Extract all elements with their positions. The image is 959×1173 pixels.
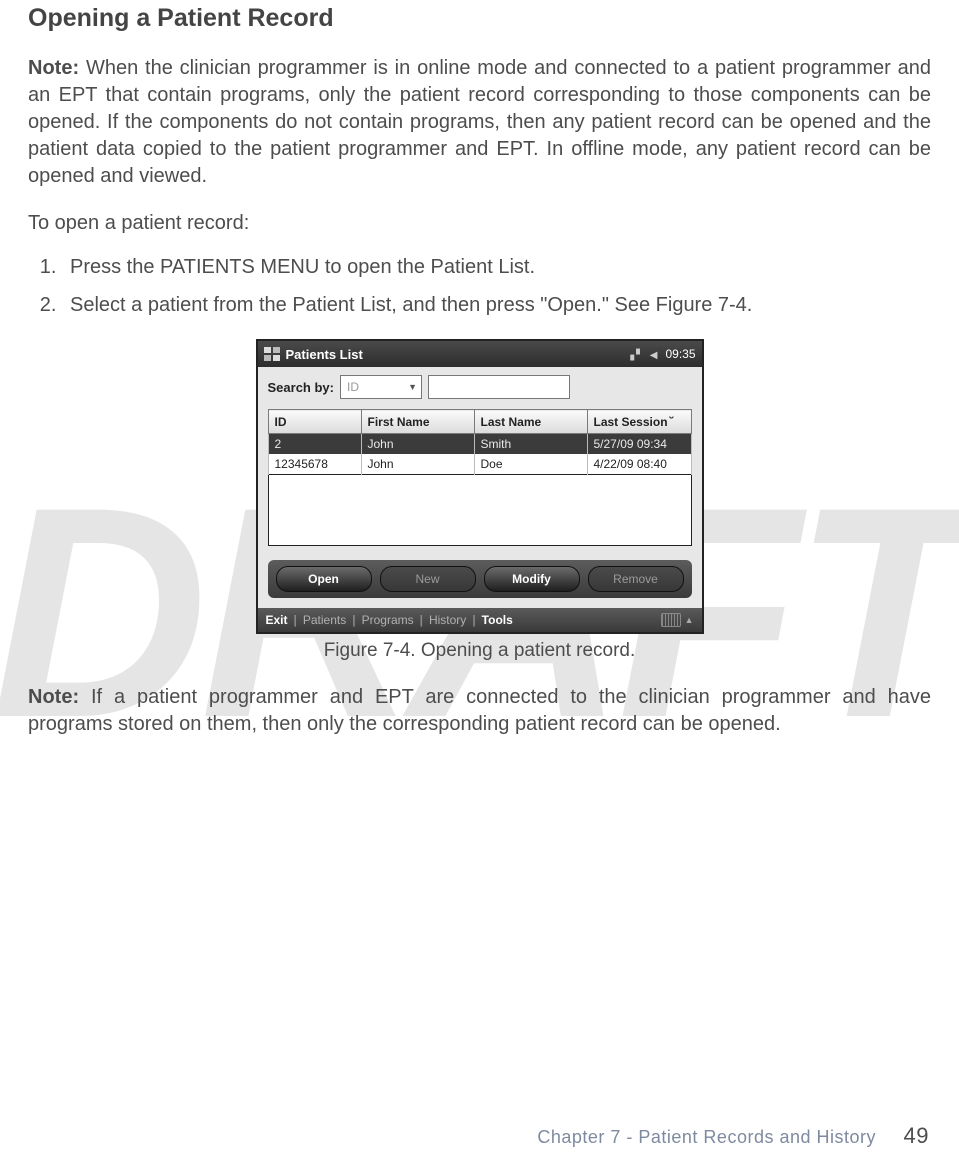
cell-id: 2 [268, 434, 361, 455]
search-row: Search by: ID ▼ [268, 375, 692, 399]
note-2-label: Note: [28, 686, 79, 708]
footer-chapter: Chapter 7 - Patient Records and History [537, 1127, 876, 1147]
device-screenshot: Patients List 09:35 Search by: ID ▼ [256, 339, 704, 634]
table-empty-area [268, 475, 692, 546]
figure-7-4: Patients List 09:35 Search by: ID ▼ [28, 339, 931, 662]
window-title: Patients List [286, 347, 363, 362]
col-last-session[interactable]: Last Session [587, 410, 691, 434]
modify-button[interactable]: Modify [484, 566, 580, 592]
col-first-name[interactable]: First Name [361, 410, 474, 434]
cell-first: John [361, 434, 474, 455]
windows-flag-icon [264, 347, 280, 361]
signal-icon [630, 347, 641, 361]
chevron-down-icon: ▼ [408, 382, 417, 392]
search-field-dropdown[interactable]: ID ▼ [340, 375, 422, 399]
new-button[interactable]: New [380, 566, 476, 592]
cell-last: Doe [474, 454, 587, 475]
steps-list: Press the PATIENTS MENU to open the Pati… [62, 251, 931, 321]
cell-last: Smith [474, 434, 587, 455]
menu-tools[interactable]: Tools [482, 613, 513, 627]
step-2: Select a patient from the Patient List, … [62, 289, 931, 321]
menu-sep: | [472, 613, 475, 627]
search-field-value: ID [347, 380, 359, 394]
note-1-body: When the clinician programmer is in onli… [28, 57, 931, 187]
page-title: Opening a Patient Record [28, 4, 931, 33]
cell-first: John [361, 454, 474, 475]
col-last-name[interactable]: Last Name [474, 410, 587, 434]
note-2: Note: If a patient programmer and EPT ar… [28, 684, 931, 738]
remove-button[interactable]: Remove [588, 566, 684, 592]
keyboard-icon[interactable] [661, 613, 681, 627]
device-menubar: Exit | Patients | Programs | History | T… [258, 608, 702, 632]
menu-sep: | [420, 613, 423, 627]
menu-history[interactable]: History [429, 613, 466, 627]
col-id[interactable]: ID [268, 410, 361, 434]
footer-page-number: 49 [904, 1123, 929, 1148]
cell-session: 5/27/09 09:34 [587, 434, 691, 455]
steps-lead: To open a patient record: [28, 212, 931, 235]
menu-patients[interactable]: Patients [303, 613, 346, 627]
patients-table[interactable]: ID First Name Last Name Last Session 2 J… [268, 409, 692, 475]
table-row[interactable]: 2 John Smith 5/27/09 09:34 [268, 434, 691, 455]
volume-icon [650, 347, 658, 361]
note-1: Note: When the clinician programmer is i… [28, 55, 931, 190]
note-1-label: Note: [28, 57, 79, 79]
cell-id: 12345678 [268, 454, 361, 475]
chevron-up-icon: ▲ [685, 615, 694, 625]
step-1: Press the PATIENTS MENU to open the Pati… [62, 251, 931, 283]
device-titlebar: Patients List 09:35 [258, 341, 702, 367]
search-input[interactable] [428, 375, 570, 399]
open-button[interactable]: Open [276, 566, 372, 592]
page-footer: Chapter 7 - Patient Records and History … [537, 1123, 929, 1149]
clock-time: 09:35 [665, 347, 695, 361]
menu-sep: | [352, 613, 355, 627]
figure-caption: Figure 7-4. Opening a patient record. [324, 640, 636, 662]
button-row: Open New Modify Remove [268, 560, 692, 598]
menu-exit[interactable]: Exit [266, 613, 288, 627]
cell-session: 4/22/09 08:40 [587, 454, 691, 475]
search-by-label: Search by: [268, 380, 334, 395]
menu-programs[interactable]: Programs [362, 613, 414, 627]
table-row[interactable]: 12345678 John Doe 4/22/09 08:40 [268, 454, 691, 475]
menu-sep: | [294, 613, 297, 627]
note-2-body: If a patient programmer and EPT are conn… [28, 686, 931, 735]
